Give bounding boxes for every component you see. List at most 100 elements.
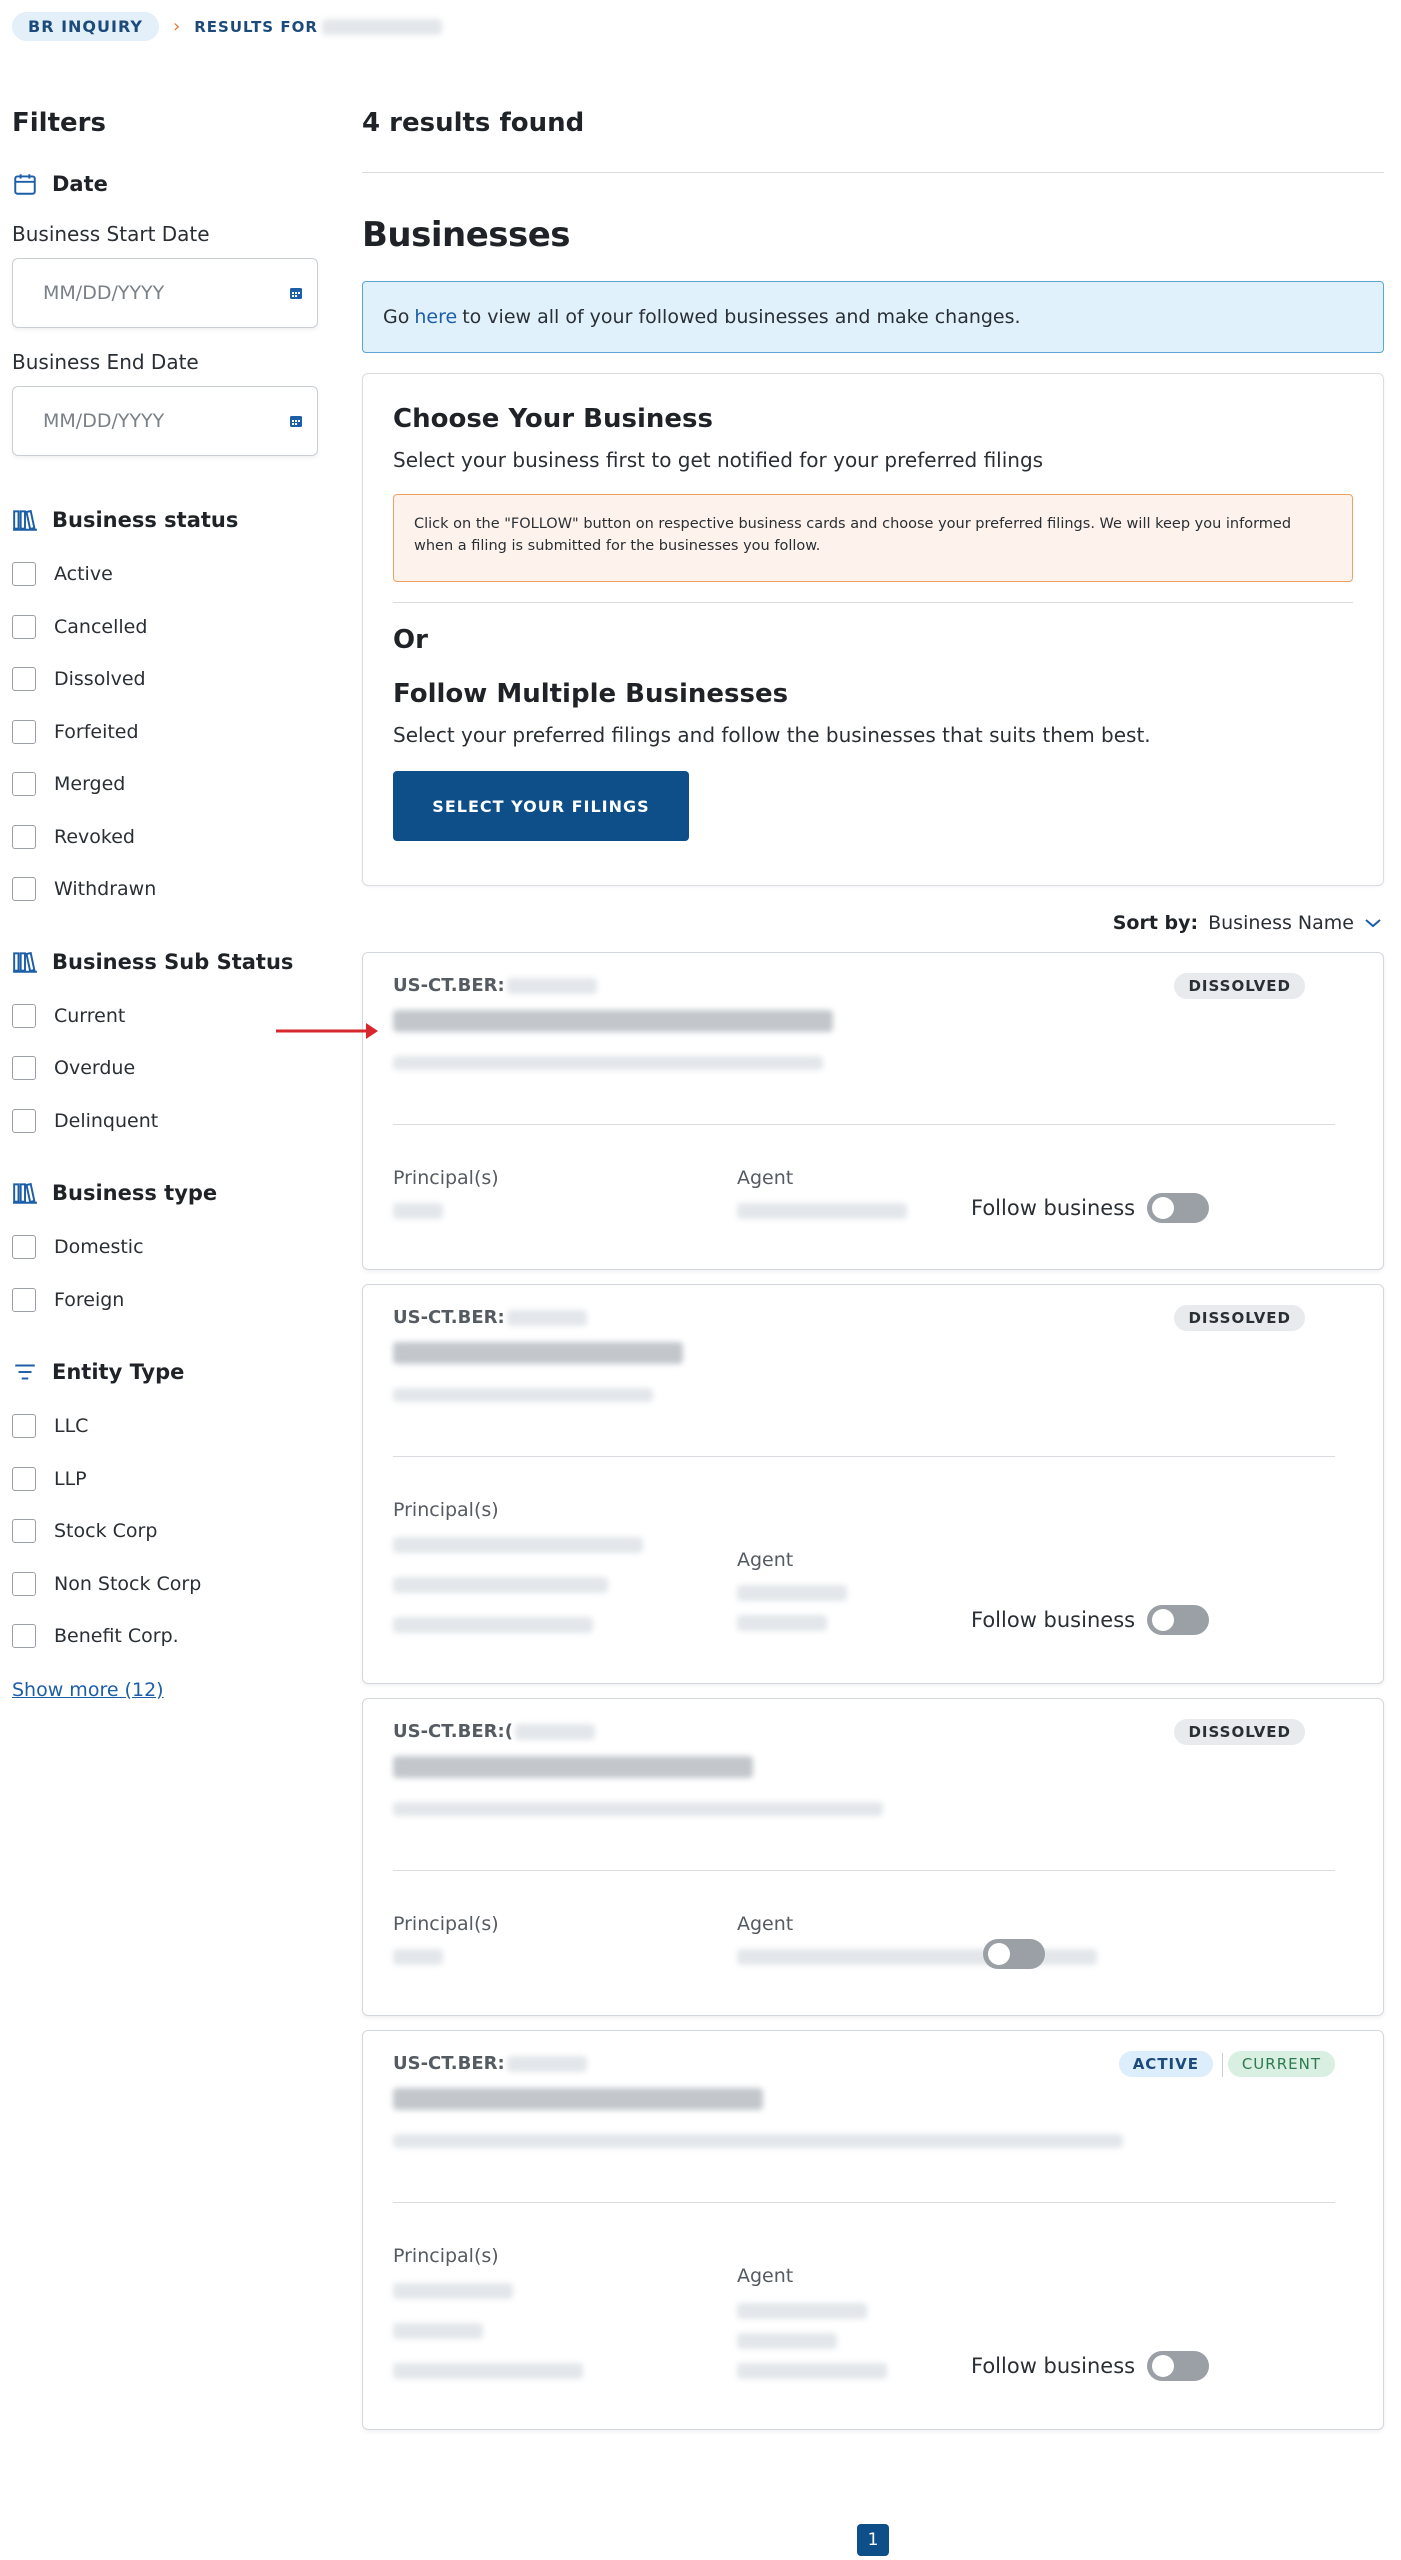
- page-button[interactable]: 1: [857, 2524, 889, 2556]
- checkbox[interactable]: [12, 719, 36, 744]
- checkbox[interactable]: [12, 1003, 36, 1028]
- type-option[interactable]: Domestic: [12, 1221, 318, 1274]
- redacted-business-name: [393, 1756, 753, 1778]
- breadcrumb: BR INQUIRY › RESULTS FOR: [12, 12, 442, 41]
- filter-lines-icon: [15, 1364, 35, 1380]
- follow-control[interactable]: [971, 1939, 1045, 1969]
- entity-option[interactable]: LLC: [12, 1400, 318, 1453]
- follow-toggle[interactable]: [1147, 2351, 1210, 2381]
- divider: [393, 602, 1353, 603]
- redacted-principal: [393, 2283, 513, 2299]
- checkbox[interactable]: [12, 1519, 36, 1544]
- sort-control[interactable]: Sort by: Business Name: [362, 908, 1384, 938]
- checkbox[interactable]: [12, 667, 36, 692]
- chevron-down-icon[interactable]: [1364, 917, 1382, 929]
- checkbox[interactable]: [12, 1571, 36, 1596]
- checkbox[interactable]: [12, 1056, 36, 1081]
- status-option-label: Active: [54, 563, 113, 586]
- status-option[interactable]: Active: [12, 548, 318, 601]
- building-columns-icon: [13, 1182, 37, 1204]
- choose-subtitle: Select your business first to get notifi…: [393, 448, 1044, 472]
- followed-info-banner: Go here to view all of your followed bus…: [362, 281, 1384, 353]
- entity-option[interactable]: LLP: [12, 1453, 318, 1506]
- follow-label: Follow business: [971, 2354, 1136, 2378]
- redacted-business-name: [393, 1010, 833, 1032]
- sub-status-option[interactable]: Overdue: [12, 1042, 318, 1095]
- start-date-label: Business Start Date: [12, 222, 210, 246]
- checkbox[interactable]: [12, 614, 36, 639]
- sub-status-option[interactable]: Delinquent: [12, 1095, 318, 1148]
- redacted-id: [506, 2055, 587, 2072]
- status-option-label: Revoked: [54, 825, 135, 848]
- follow-toggle[interactable]: [1147, 1193, 1210, 1223]
- redacted-principal: [393, 1537, 643, 1553]
- business-card[interactable]: US-CT.BER:( DISSOLVED Principal(s) Agent: [362, 1698, 1384, 2016]
- status-option[interactable]: Merged: [12, 758, 318, 811]
- entity-option-label: LLC: [54, 1415, 89, 1438]
- checkbox[interactable]: [12, 1414, 36, 1439]
- redacted-principal: [393, 1617, 593, 1633]
- or-label: Or: [393, 625, 428, 655]
- checkbox[interactable]: [12, 1624, 36, 1649]
- entity-option[interactable]: Stock Corp: [12, 1505, 318, 1558]
- end-date-label: Business End Date: [12, 350, 199, 374]
- redacted-agent: [737, 2333, 837, 2349]
- entity-option[interactable]: Non Stock Corp: [12, 1558, 318, 1611]
- calendar-picker-icon[interactable]: [289, 414, 303, 428]
- checkbox[interactable]: [12, 1108, 36, 1133]
- select-filings-button[interactable]: SELECT YOUR FILINGS: [393, 771, 689, 841]
- date-section-label: Date: [52, 172, 108, 196]
- status-option[interactable]: Dissolved: [12, 653, 318, 706]
- checkbox[interactable]: [12, 1466, 36, 1491]
- follow-control[interactable]: Follow business: [971, 1193, 1210, 1223]
- redacted-address: [393, 2134, 1123, 2148]
- follow-notice: Click on the "FOLLOW" button on respecti…: [393, 494, 1353, 582]
- checkbox[interactable]: [12, 877, 36, 902]
- sub-status-option-label: Delinquent: [54, 1109, 159, 1132]
- multi-follow-title: Follow Multiple Businesses: [393, 679, 789, 709]
- banner-here-link[interactable]: here: [414, 306, 457, 328]
- badge-separator: [1222, 2053, 1223, 2077]
- follow-toggle[interactable]: [1147, 1605, 1210, 1635]
- breadcrumb-root-link[interactable]: BR INQUIRY: [12, 12, 160, 41]
- agent-label: Agent: [737, 1549, 794, 1571]
- sub-status-list: Current Overdue Delinquent: [12, 990, 318, 1148]
- redacted-principal: [393, 2323, 483, 2339]
- status-option[interactable]: Forfeited: [12, 706, 318, 759]
- status-option[interactable]: Revoked: [12, 811, 318, 864]
- calendar-picker-icon[interactable]: [289, 286, 303, 300]
- sort-value[interactable]: Business Name: [1208, 912, 1354, 934]
- checkbox[interactable]: [12, 824, 36, 849]
- business-type-title: Business type: [12, 1177, 318, 1209]
- business-card[interactable]: US-CT.BER: DISSOLVED Principal(s) Agent …: [362, 952, 1384, 1270]
- business-card[interactable]: US-CT.BER: ACTIVE CURRENT Principal(s) A…: [362, 2030, 1384, 2430]
- redacted-business-name: [393, 2088, 763, 2110]
- checkbox[interactable]: [12, 562, 36, 587]
- checkbox[interactable]: [12, 1235, 36, 1260]
- checkbox[interactable]: [12, 1287, 36, 1312]
- annotation-arrow-icon: [276, 1023, 378, 1039]
- choose-title: Choose Your Business: [393, 404, 713, 434]
- status-option[interactable]: Withdrawn: [12, 863, 318, 916]
- business-card[interactable]: US-CT.BER: DISSOLVED Principal(s) Agent …: [362, 1284, 1384, 1684]
- show-more-link[interactable]: Show more (12): [12, 1679, 318, 1701]
- status-badge: DISSOLVED: [1174, 1719, 1305, 1745]
- end-date-input[interactable]: MM/DD/YYYY: [12, 386, 318, 456]
- entity-option[interactable]: Benefit Corp.: [12, 1610, 318, 1663]
- redacted-query: [321, 18, 442, 35]
- entity-option-label: LLP: [54, 1467, 87, 1490]
- principals-label: Principal(s): [393, 1499, 499, 1521]
- sub-status-option[interactable]: Current: [12, 990, 318, 1043]
- follow-control[interactable]: Follow business: [971, 2351, 1210, 2381]
- type-option-label: Domestic: [54, 1236, 144, 1259]
- follow-control[interactable]: Follow business: [971, 1605, 1210, 1635]
- start-date-input[interactable]: MM/DD/YYYY: [12, 258, 318, 328]
- follow-toggle[interactable]: [983, 1939, 1045, 1969]
- checkbox[interactable]: [12, 772, 36, 797]
- type-option[interactable]: Foreign: [12, 1274, 318, 1327]
- card-footer: Principal(s) Agent Follow business: [393, 1125, 1353, 1265]
- agent-label: Agent: [737, 1167, 794, 1189]
- status-option[interactable]: Cancelled: [12, 601, 318, 654]
- banner-text-pre: Go: [383, 306, 410, 328]
- business-status-label: Business status: [52, 508, 239, 532]
